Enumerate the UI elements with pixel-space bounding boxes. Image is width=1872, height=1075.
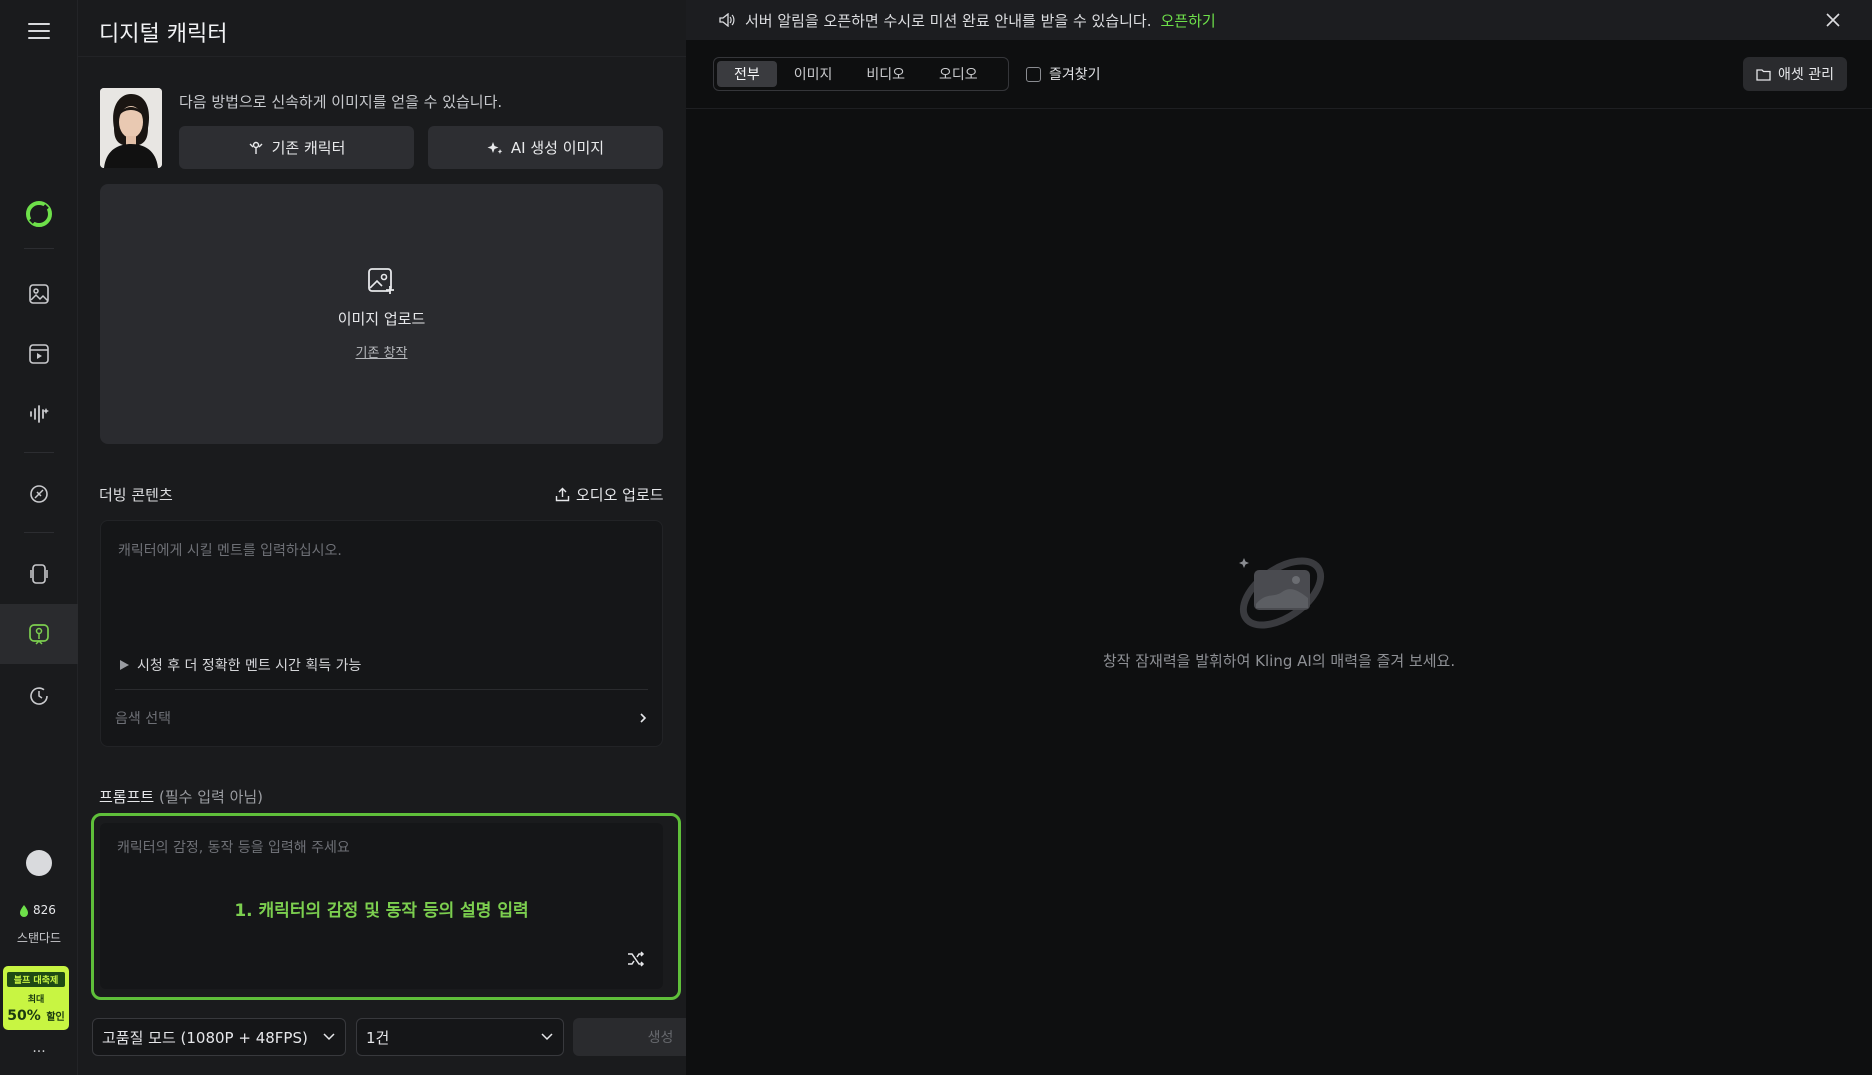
menu-icon[interactable]: [0, 7, 78, 55]
upload-image-icon: [366, 266, 396, 300]
tab-image[interactable]: 이미지: [777, 61, 850, 87]
preview-hint[interactable]: 시청 후 더 정확한 멘트 시간 획득 가능: [118, 655, 361, 675]
credits-value: 826: [33, 903, 56, 917]
more-button[interactable]: ...: [0, 1040, 78, 1056]
empty-state-text: 창작 잠재력을 발휘하여 Kling AI의 매력을 즐겨 보세요.: [1102, 652, 1456, 670]
speaker-icon: [719, 13, 735, 27]
phone-frame-icon[interactable]: [0, 550, 78, 598]
ai-generated-image-button[interactable]: AI 생성 이미지: [428, 126, 663, 169]
chevron-down-icon: [541, 1033, 553, 1041]
notification-bar: 서버 알림을 오픈하면 수시로 미션 완료 안내를 받을 수 있습니다. 오픈하…: [686, 0, 1872, 40]
history-icon[interactable]: [0, 672, 78, 720]
existing-creation-link[interactable]: 기존 창작: [100, 342, 663, 361]
favorites-checkbox[interactable]: [1026, 66, 1041, 82]
image-upload-area[interactable]: 이미지 업로드 기존 창작: [100, 184, 663, 444]
existing-character-button[interactable]: 기존 캐릭터: [179, 126, 414, 169]
notice-text: 서버 알림을 오픈하면 수시로 미션 완료 안내를 받을 수 있습니다.: [745, 11, 1152, 30]
promo-discount: 50%: [7, 1008, 41, 1024]
dubbing-input-box: 캐릭터에게 시킬 멘트를 입력하십시오. 시청 후 더 정확한 멘트 시간 획득…: [100, 520, 663, 747]
promo-title: 블프 대축제: [7, 972, 65, 987]
audio-icon[interactable]: [0, 390, 78, 438]
dubbing-text-input[interactable]: 캐릭터에게 시킬 멘트를 입력하십시오.: [118, 540, 342, 560]
existing-character-label: 기존 캐릭터: [271, 139, 346, 157]
quality-mode-select[interactable]: 고품질 모드 (1080P + 48FPS): [92, 1018, 346, 1056]
prompt-optional: (필수 입력 아님): [158, 788, 264, 806]
asset-area: 서버 알림을 오픈하면 수시로 미션 완료 안내를 받을 수 있습니다. 오픈하…: [686, 0, 1872, 1075]
folder-icon: [1756, 68, 1771, 81]
notice-action-link[interactable]: 오픈하기: [1160, 10, 1215, 31]
prompt-label: 프롬프트: [99, 788, 155, 806]
prompt-highlight-outline: [91, 813, 681, 1000]
credit-icon: [20, 904, 28, 917]
audio-upload-button[interactable]: 오디오 업로드: [555, 484, 664, 505]
close-icon[interactable]: [1826, 13, 1840, 27]
quality-mode-value: 고품질 모드 (1080P + 48FPS): [102, 1028, 308, 1047]
character-preview-image[interactable]: [100, 88, 162, 168]
character-icon: [249, 141, 263, 154]
plan-label: 스탠다드: [16, 931, 62, 945]
promo-suffix: 할인: [46, 1012, 65, 1023]
asset-manage-label: 애셋 관리: [1778, 67, 1834, 83]
filter-tabs: 전부 이미지 비디오 오디오: [713, 57, 1009, 91]
empty-state-icon: [1234, 548, 1330, 642]
tab-all[interactable]: 전부: [717, 61, 777, 87]
play-icon: [120, 660, 129, 670]
promo-badge[interactable]: 블프 대축제 최대 50% 할인: [3, 966, 69, 1030]
tab-video[interactable]: 비디오: [849, 61, 922, 87]
chevron-right-icon: [640, 713, 647, 723]
upload-icon: [555, 487, 570, 502]
quick-image-hint: 다음 방법으로 신속하게 이미지를 얻을 수 있습니다.: [179, 93, 503, 111]
count-value: 1건: [366, 1028, 390, 1047]
promo-line: 최대: [27, 995, 45, 1005]
dubbing-label: 더빙 콘텐츠: [99, 486, 173, 504]
credits-display[interactable]: 826: [18, 903, 56, 917]
favorites-toggle[interactable]: 즐겨찾기: [1026, 64, 1101, 84]
video-icon[interactable]: [0, 330, 78, 378]
voice-select[interactable]: 음색 선택: [115, 706, 648, 730]
kling-logo-icon[interactable]: [0, 190, 78, 238]
chevron-down-icon: [323, 1033, 335, 1041]
audio-upload-label: 오디오 업로드: [576, 486, 664, 504]
image-icon[interactable]: [0, 270, 78, 318]
digital-character-icon[interactable]: [0, 604, 78, 664]
voice-select-label: 음색 선택: [115, 711, 171, 727]
count-select[interactable]: 1건: [356, 1018, 564, 1056]
asset-manage-button[interactable]: 애셋 관리: [1743, 57, 1847, 91]
edit-sparkle-icon[interactable]: [0, 470, 78, 518]
ai-image-label: AI 생성 이미지: [510, 139, 605, 157]
left-rail: 826 스탠다드 블프 대축제 최대 50% 할인 ...: [0, 0, 78, 1075]
preview-hint-text: 시청 후 더 정확한 멘트 시간 획득 가능: [137, 658, 362, 674]
upload-label: 이미지 업로드: [337, 310, 426, 328]
page-title: 디지털 캐릭터: [99, 22, 228, 47]
prompt-heading: 프롬프트 (필수 입력 아님): [99, 786, 263, 807]
sparkle-icon: [487, 141, 503, 154]
tab-audio[interactable]: 오디오: [922, 61, 995, 87]
favorites-label: 즐겨찾기: [1049, 67, 1101, 83]
user-avatar[interactable]: [0, 839, 78, 887]
